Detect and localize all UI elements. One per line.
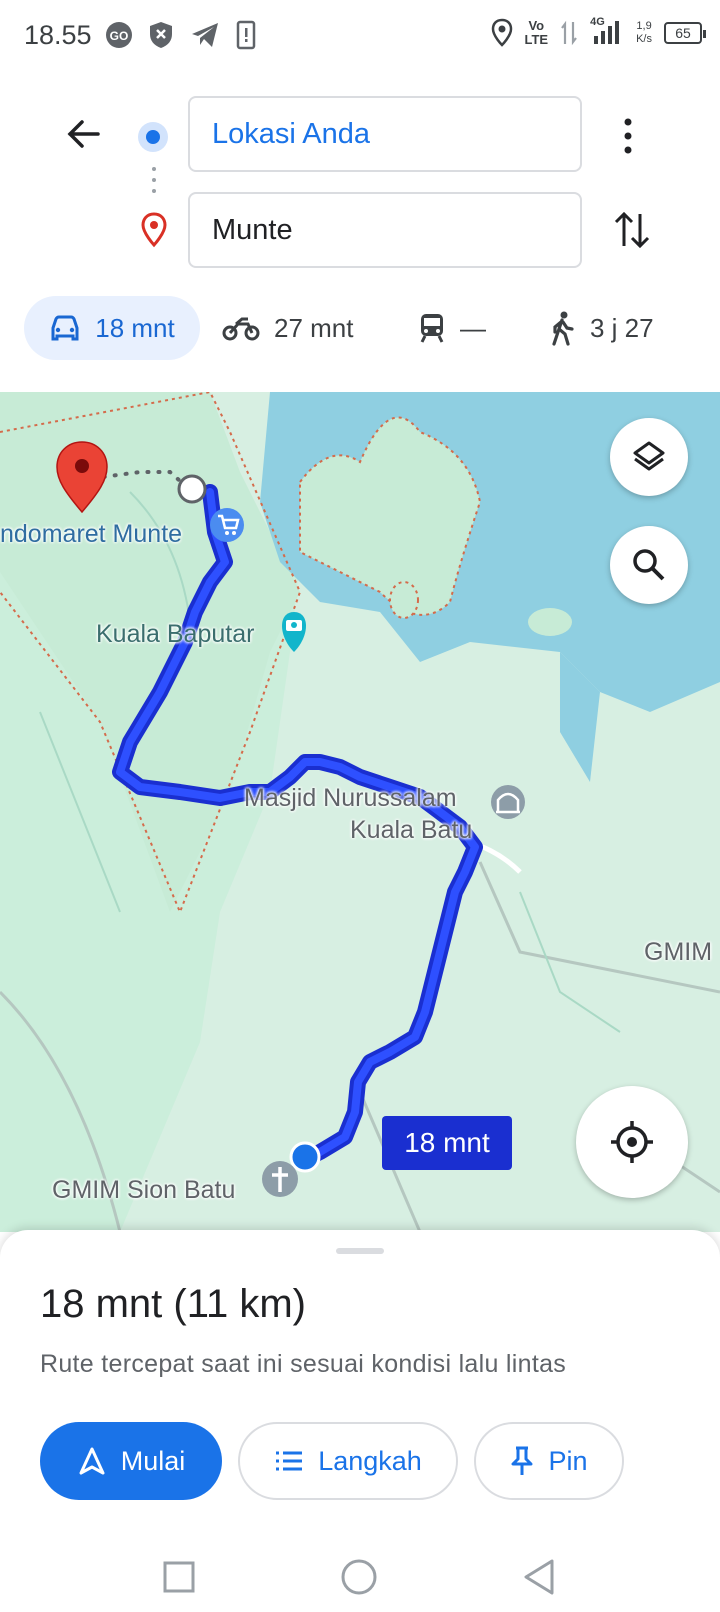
car-icon	[51, 315, 79, 341]
mode-walk-label: 3 j 27	[590, 312, 654, 343]
train-icon	[420, 314, 444, 343]
swap-icon[interactable]	[612, 208, 652, 252]
recents-icon[interactable]	[162, 1560, 196, 1594]
phone-alert-icon	[236, 20, 256, 50]
back-nav-icon[interactable]	[522, 1558, 556, 1596]
home-icon[interactable]	[340, 1558, 378, 1596]
layers-icon	[633, 441, 665, 471]
my-location-button[interactable]	[576, 1086, 688, 1198]
list-icon	[276, 1451, 303, 1471]
motorcycle-icon	[222, 317, 260, 341]
route-time-label[interactable]: 18 mnt	[382, 1116, 512, 1170]
map-label-kuala-batu[interactable]: Kuala Batu	[350, 816, 472, 845]
location-icon	[491, 18, 512, 47]
origin-dot-icon	[138, 122, 168, 152]
map-label-gmim-sion[interactable]: GMIM Sion Batu	[52, 1176, 235, 1205]
start-button[interactable]: Mulai	[40, 1422, 222, 1500]
mode-motorcycle[interactable]: 27 mnt	[222, 296, 354, 360]
map-label-masjid[interactable]: Masjid Nurussalam	[244, 784, 457, 813]
layers-button[interactable]	[610, 418, 688, 496]
net-speed: 1,9 K/s	[636, 20, 652, 45]
mode-car[interactable]: 18 mnt	[24, 296, 200, 360]
go-icon: GO	[106, 22, 132, 48]
back-arrow-icon[interactable]	[62, 112, 106, 156]
mode-transit[interactable]: —	[418, 296, 486, 360]
battery-icon: 65	[664, 22, 706, 44]
more-options-icon[interactable]	[616, 114, 640, 158]
signal-icon: 4G	[590, 16, 624, 48]
shield-icon	[150, 22, 172, 48]
system-nav-bar	[0, 1540, 720, 1612]
status-right: Vo LTE 4G 1,9 K/s 65	[491, 16, 706, 48]
sheet-handle[interactable]	[336, 1248, 384, 1254]
mode-transit-label: —	[460, 312, 486, 343]
start-label: Mulai	[120, 1445, 186, 1476]
origin-field[interactable]: Lokasi Anda	[188, 96, 582, 172]
search-icon	[633, 549, 665, 581]
mode-car-label: 18 mnt	[95, 312, 175, 343]
route-description: Rute tercepat saat ini sesuai kondisi la…	[40, 1350, 567, 1378]
pin-icon	[511, 1446, 533, 1475]
search-along-route-button[interactable]	[610, 526, 688, 604]
steps-label: Langkah	[318, 1445, 422, 1476]
travel-modes: 18 mnt 27 mnt — 3 j 27	[0, 296, 720, 362]
steps-button[interactable]: Langkah	[238, 1422, 458, 1500]
route-connector	[152, 167, 156, 193]
pin-label: Pin	[548, 1445, 588, 1476]
crosshair-icon	[611, 1121, 653, 1163]
map-label-kuala-baputar[interactable]: Kuala Baputar	[96, 620, 254, 649]
mode-walk[interactable]: 3 j 27	[548, 296, 654, 360]
destination-field[interactable]: Munte	[188, 192, 582, 268]
status-bar: 18.55 GO Vo LTE 4G 1,9 K/s 65	[0, 0, 720, 76]
route-summary: 18 mnt (11 km)	[40, 1282, 306, 1326]
map-label-gmim[interactable]: GMIM	[644, 938, 712, 967]
data-arrows-icon	[561, 20, 577, 46]
map-label-indomaret[interactable]: ndomaret Munte	[0, 520, 182, 549]
clock: 18.55	[24, 20, 92, 50]
mode-motorcycle-label: 27 mnt	[274, 312, 354, 343]
walk-icon	[552, 311, 574, 346]
route-summary-sheet[interactable]: 18 mnt (11 km) Rute tercepat saat ini se…	[0, 1230, 720, 1540]
destination-pin-icon	[141, 212, 167, 248]
volte-indicator: Vo LTE	[524, 18, 549, 47]
pin-button[interactable]: Pin	[474, 1422, 624, 1500]
navigation-arrow-icon	[79, 1447, 105, 1475]
svg-text:GO: GO	[110, 29, 129, 43]
telegram-icon	[192, 23, 218, 47]
